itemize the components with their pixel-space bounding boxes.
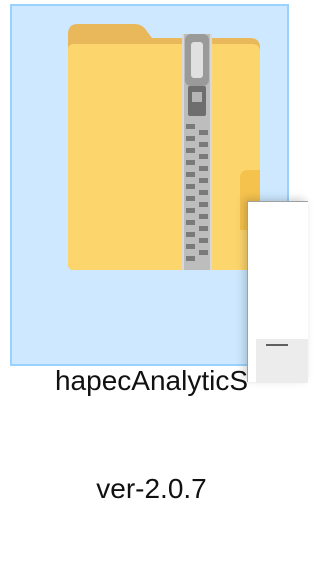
file-name-line2: ver-2.0.7 bbox=[96, 473, 207, 504]
overlapping-window[interactable] bbox=[247, 201, 308, 383]
minimize-icon[interactable] bbox=[266, 344, 288, 346]
zip-folder-icon bbox=[68, 24, 260, 270]
